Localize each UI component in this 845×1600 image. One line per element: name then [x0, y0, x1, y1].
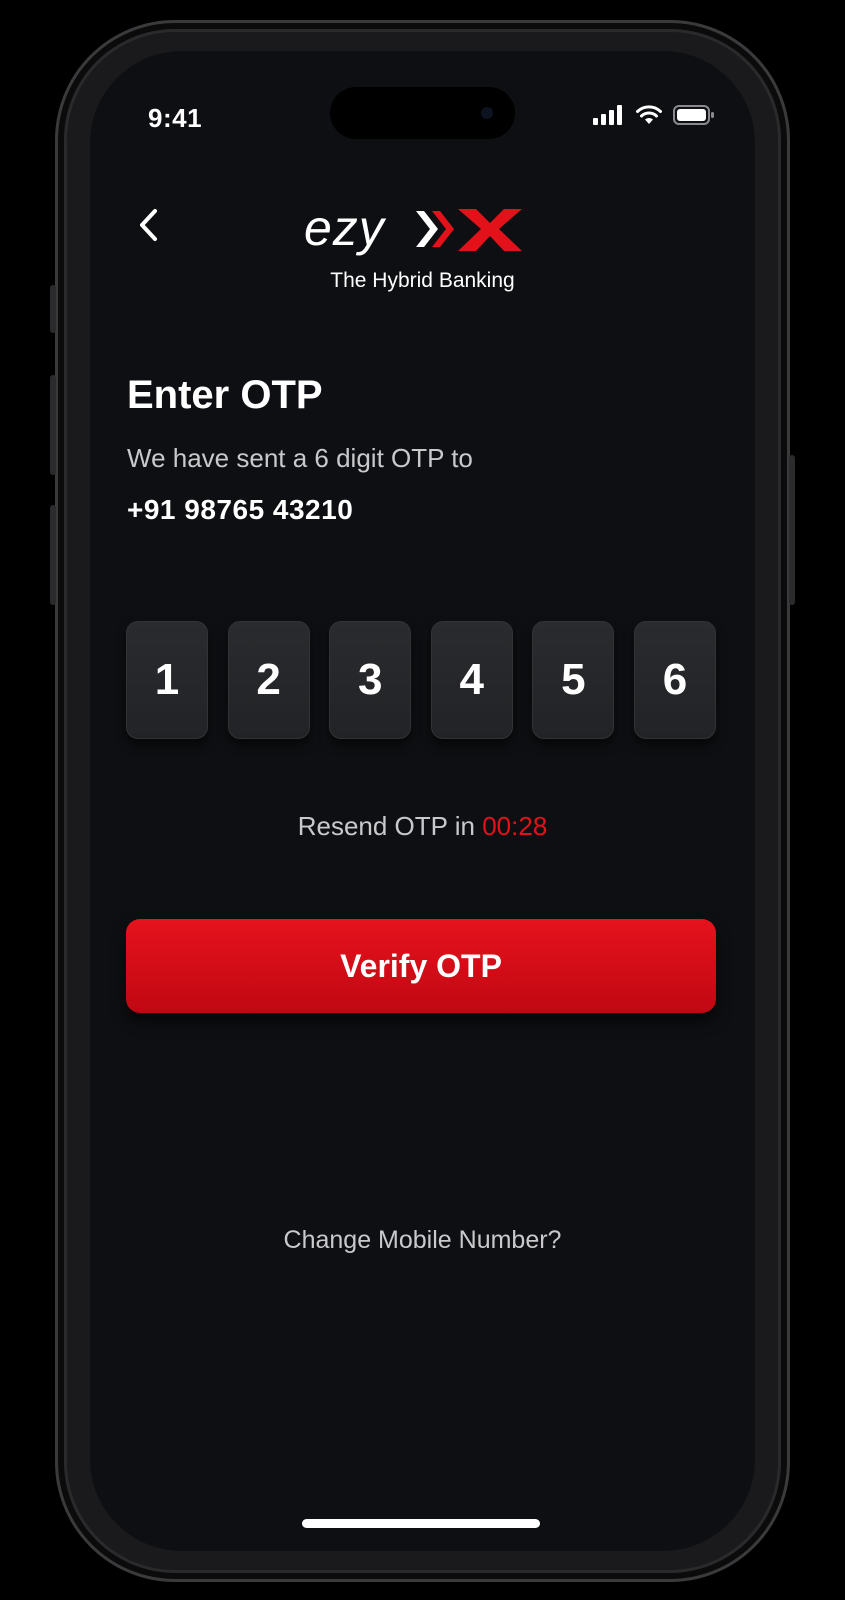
otp-digit-4[interactable]: 4 — [430, 621, 513, 739]
otp-instruction: We have sent a 6 digit OTP to — [127, 443, 473, 473]
power-button — [789, 455, 795, 605]
home-indicator[interactable] — [302, 1519, 540, 1528]
page-title: Enter OTP — [127, 373, 323, 417]
signal-icon — [593, 105, 622, 125]
silent-switch — [50, 285, 56, 333]
wifi-icon — [636, 105, 662, 124]
phone-number: +91 98765 43210 — [127, 494, 354, 525]
ezyx-logo: ezy — [304, 201, 522, 256]
otp-digit-1[interactable]: 1 — [126, 621, 208, 739]
otp-digit-3[interactable]: 3 — [329, 621, 412, 739]
resend-otp-text: Resend OTP in 00:28 — [90, 811, 755, 842]
chevron-left-icon — [140, 209, 157, 241]
tagline: The Hybrid Banking — [330, 269, 515, 292]
resend-timer: 00:28 — [482, 811, 548, 841]
camera-dot — [481, 107, 493, 119]
otp-digit-6[interactable]: 6 — [633, 621, 716, 739]
status-time: 9:41 — [148, 103, 203, 133]
volume-up-button — [50, 375, 56, 475]
svg-text:ezy: ezy — [304, 201, 387, 256]
otp-digit-5[interactable]: 5 — [532, 621, 615, 739]
app-screen: 9:41 ezy The Hybrid Banking Enter OTP We… — [90, 51, 755, 1551]
change-mobile-number-link[interactable]: Change Mobile Number? — [90, 1226, 755, 1255]
verify-otp-button[interactable]: Verify OTP — [126, 919, 716, 1013]
otp-digit-2[interactable]: 2 — [227, 621, 310, 739]
back-button[interactable] — [128, 203, 168, 247]
resend-label: Resend OTP in — [297, 811, 483, 841]
volume-down-button — [50, 505, 56, 605]
dynamic-island — [330, 87, 515, 139]
phone-frame: 9:41 ezy The Hybrid Banking Enter OTP We… — [50, 20, 795, 1582]
otp-input-group: 1 2 3 4 5 6 — [126, 621, 716, 739]
battery-icon — [673, 105, 714, 125]
status-icons — [593, 105, 715, 125]
